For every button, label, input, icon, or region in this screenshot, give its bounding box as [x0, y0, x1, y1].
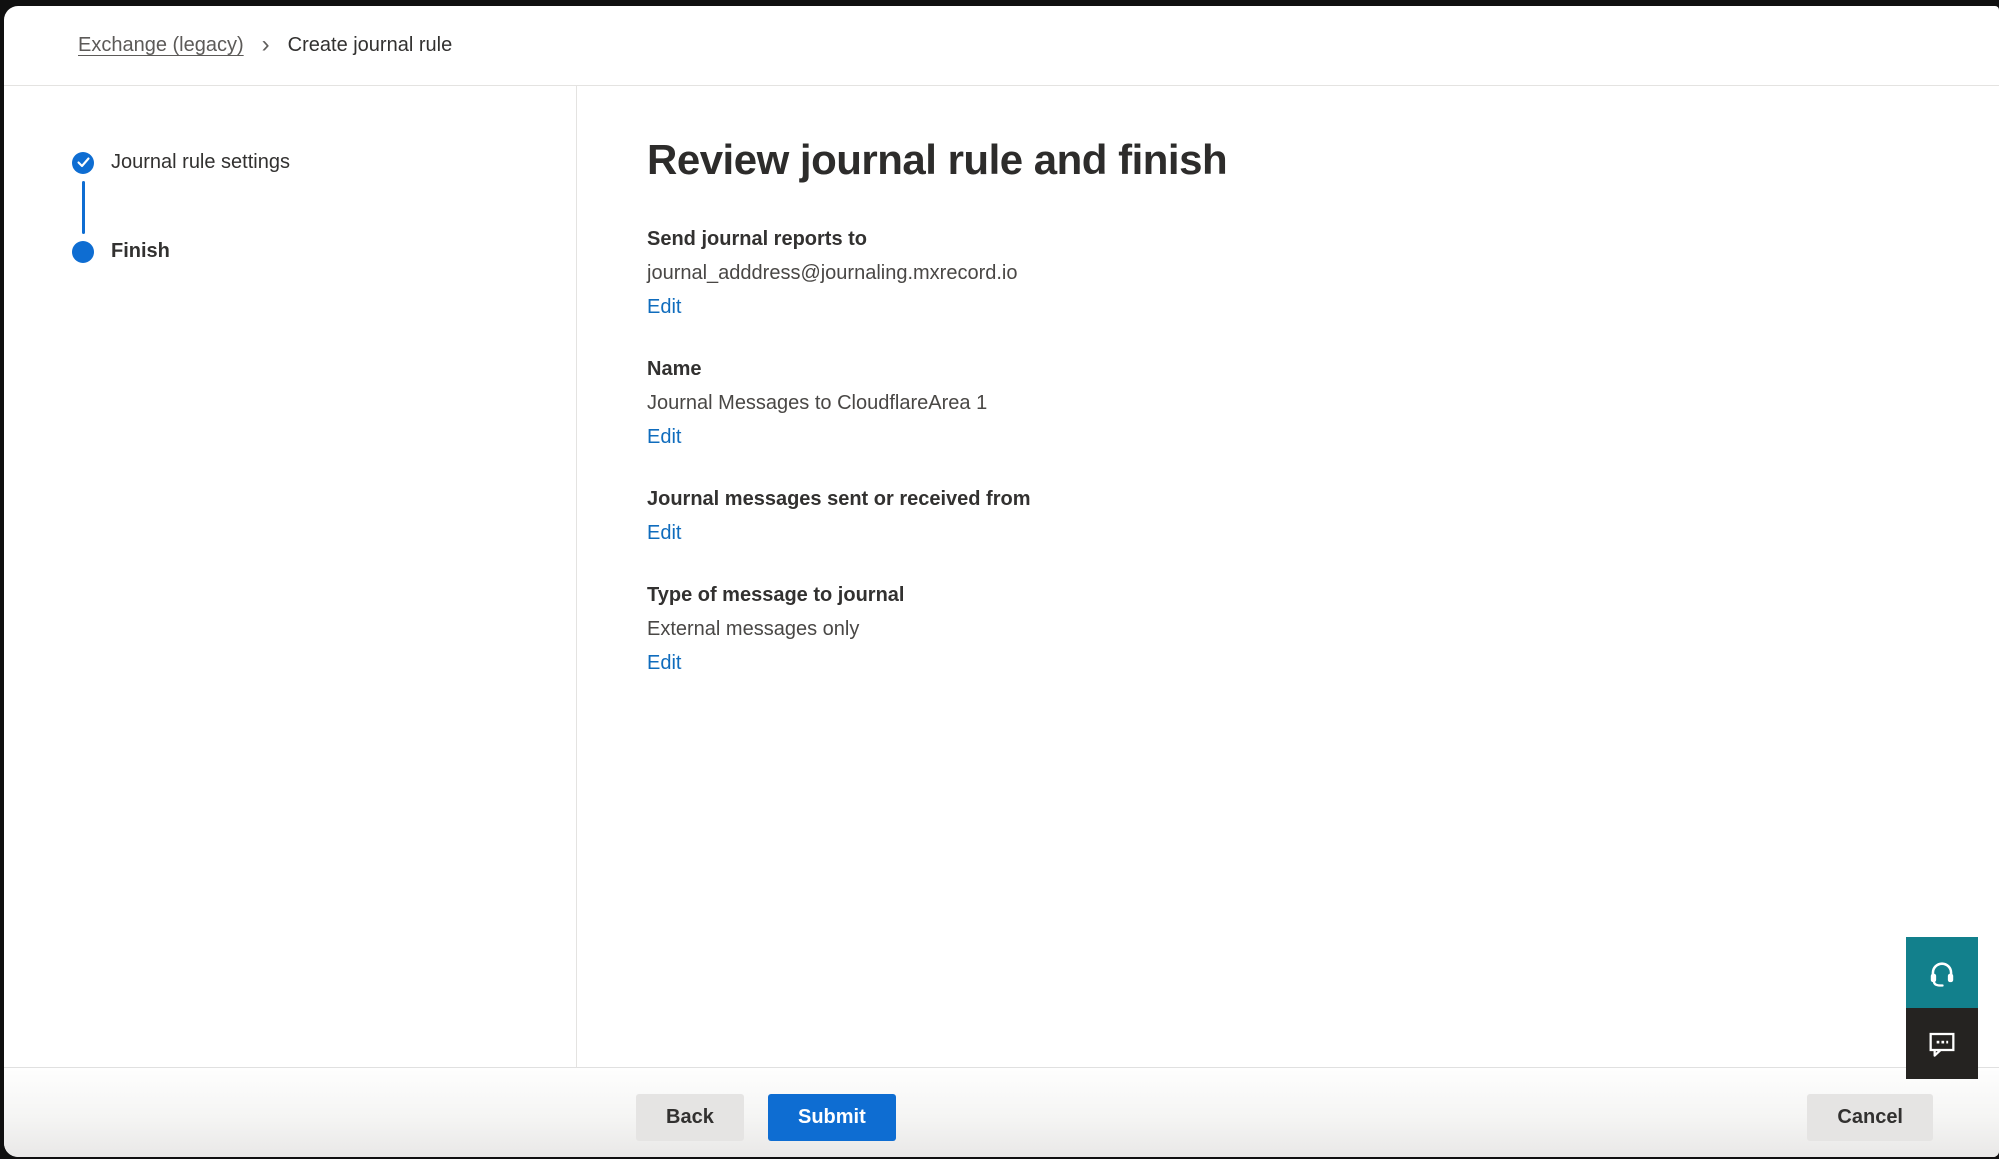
cancel-button[interactable]: Cancel — [1807, 1094, 1933, 1141]
breadcrumb: Exchange (legacy) › Create journal rule — [4, 6, 1999, 86]
edit-link[interactable]: Edit — [647, 294, 681, 320]
app-window: Exchange (legacy) › Create journal rule … — [4, 6, 1999, 1157]
feedback-icon — [1926, 1028, 1958, 1060]
edit-link[interactable]: Edit — [647, 520, 681, 546]
review-pane: Review journal rule and finish Send jour… — [577, 86, 1999, 1067]
review-section-message-type: Type of message to journal External mess… — [647, 582, 1959, 676]
headset-icon — [1926, 957, 1958, 989]
page-title: Review journal rule and finish — [647, 134, 1959, 186]
review-section-journal-messages-scope: Journal messages sent or received from E… — [647, 486, 1959, 546]
step-finish[interactable]: Finish — [72, 240, 576, 263]
step-label: Finish — [111, 240, 170, 263]
section-label: Send journal reports to — [647, 226, 1959, 252]
section-label: Name — [647, 356, 1959, 382]
breadcrumb-item-exchange-legacy[interactable]: Exchange (legacy) — [78, 34, 244, 57]
feedback-button[interactable] — [1906, 1008, 1978, 1079]
section-label: Journal messages sent or received from — [647, 486, 1959, 512]
review-section-send-journal-reports: Send journal reports to journal_adddress… — [647, 226, 1959, 320]
section-value: journal_adddress@journaling.mxrecord.io — [647, 260, 1959, 286]
edit-link[interactable]: Edit — [647, 650, 681, 676]
step-connector-line — [82, 181, 85, 234]
back-button[interactable]: Back — [636, 1094, 744, 1141]
step-completed-check-icon — [72, 152, 94, 174]
help-button[interactable] — [1906, 937, 1978, 1008]
breadcrumb-item-create-journal-rule: Create journal rule — [288, 34, 453, 57]
edit-link[interactable]: Edit — [647, 424, 681, 450]
review-section-name: Name Journal Messages to CloudflareArea … — [647, 356, 1959, 450]
section-value: External messages only — [647, 616, 1959, 642]
action-bar: Back Submit Cancel — [4, 1067, 1999, 1157]
step-current-dot-icon — [72, 241, 94, 263]
wizard-steps: Journal rule settings Finish — [4, 86, 577, 1067]
step-label: Journal rule settings — [111, 151, 290, 174]
submit-button[interactable]: Submit — [768, 1094, 896, 1141]
floating-button-stack — [1906, 937, 1978, 1079]
section-value: Journal Messages to CloudflareArea 1 — [647, 390, 1959, 416]
section-label: Type of message to journal — [647, 582, 1959, 608]
content-area: Journal rule settings Finish Review jour… — [4, 86, 1999, 1067]
step-journal-rule-settings[interactable]: Journal rule settings — [72, 151, 576, 174]
chevron-right-icon: › — [262, 33, 270, 57]
